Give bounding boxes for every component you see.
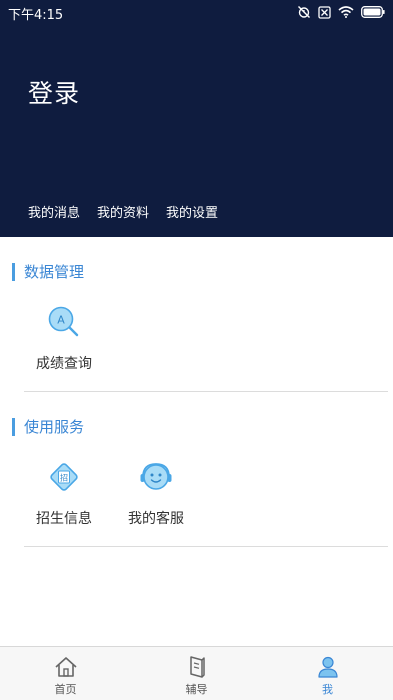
score-search-icon: A bbox=[48, 306, 79, 337]
tab-home-label: 首页 bbox=[54, 683, 77, 696]
status-icons bbox=[297, 4, 385, 20]
my-profile-link[interactable]: 我的资料 bbox=[97, 202, 149, 221]
tab-me[interactable]: 我 bbox=[262, 647, 393, 700]
home-icon bbox=[54, 657, 77, 677]
header-nav: 我的消息 我的资料 我的设置 bbox=[28, 202, 218, 221]
profile-header: 下午4:15 登录 我的消息 我的资料 我的设置 bbox=[0, 0, 393, 237]
tab-home[interactable]: 首页 bbox=[0, 647, 131, 700]
score-query-label: 成绩查询 bbox=[36, 356, 92, 372]
customer-service-label: 我的客服 bbox=[128, 511, 184, 527]
customer-service-item[interactable]: 我的客服 bbox=[116, 459, 196, 528]
my-messages-link[interactable]: 我的消息 bbox=[28, 202, 80, 221]
status-bar: 下午4:15 bbox=[0, 0, 393, 24]
enrollment-info-item[interactable]: 招 招生信息 bbox=[24, 459, 104, 528]
status-time: 下午4:15 bbox=[8, 8, 64, 23]
bottom-tab-bar: 首页 辅导 我 bbox=[0, 646, 393, 700]
section-title-data-management: 数据管理 bbox=[12, 263, 84, 281]
screen: 下午4:15 登录 我的消息 我的资料 我的设置 数据管理 A 成绩查询 使用服… bbox=[0, 0, 393, 700]
score-icon-letter: A bbox=[57, 314, 65, 327]
battery-icon bbox=[361, 6, 385, 18]
login-button[interactable]: 登录 bbox=[28, 74, 80, 110]
score-query-item[interactable]: A 成绩查询 bbox=[24, 304, 104, 373]
enrollment-info-label: 招生信息 bbox=[36, 511, 92, 527]
sim-off-icon bbox=[318, 5, 331, 19]
tab-me-label: 我 bbox=[322, 683, 333, 696]
divider bbox=[24, 546, 388, 547]
tab-tutoring[interactable]: 辅导 bbox=[131, 647, 262, 700]
book-icon bbox=[189, 656, 205, 678]
user-icon bbox=[317, 656, 338, 678]
alarm-off-icon bbox=[298, 6, 310, 18]
section-title-services: 使用服务 bbox=[12, 418, 84, 436]
customer-service-icon bbox=[140, 463, 172, 490]
tab-tutoring-label: 辅导 bbox=[185, 683, 208, 696]
enrollment-icon-badge: 招 bbox=[60, 473, 68, 483]
wifi-icon bbox=[338, 6, 354, 18]
enrollment-info-icon: 招 bbox=[50, 463, 78, 491]
divider bbox=[24, 391, 388, 392]
my-settings-link[interactable]: 我的设置 bbox=[166, 202, 218, 221]
